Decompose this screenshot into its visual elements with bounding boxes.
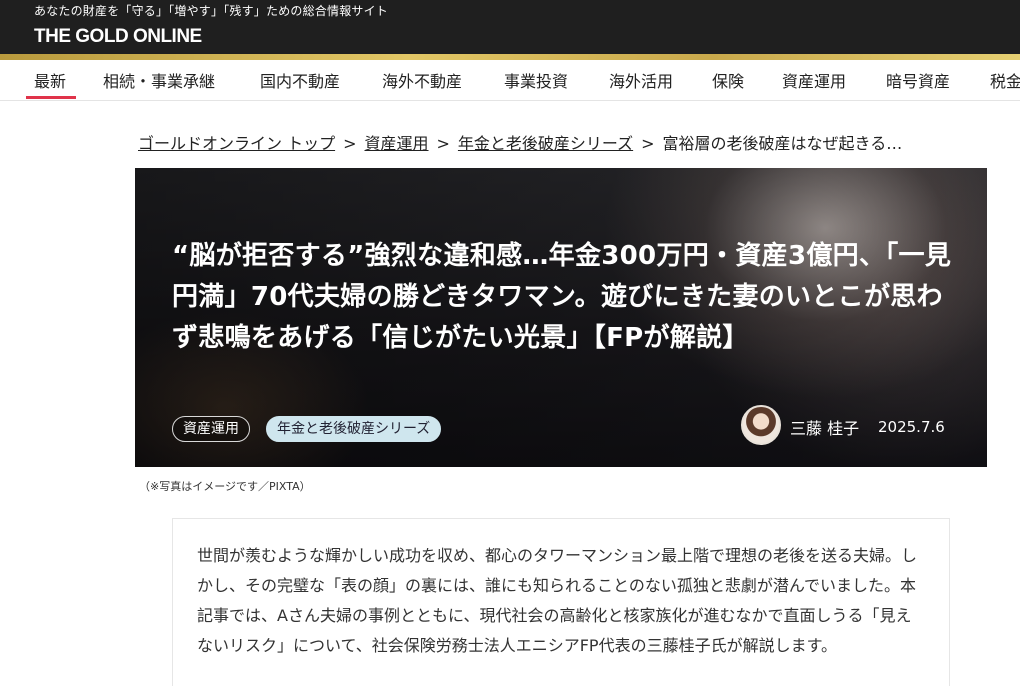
breadcrumb-current: 富裕層の老後破産はなぜ起きる… <box>662 134 903 153</box>
nav-active-indicator <box>26 96 76 99</box>
photo-credit: （※写真はイメージです／PIXTA） <box>139 480 311 493</box>
breadcrumb: ゴールドオンライン トップ > 資産運用 > 年金と老後破産シリーズ > 富裕層の老後破産は… <box>138 130 902 154</box>
author-avatar[interactable] <box>741 405 781 445</box>
site-tagline: あなたの財産を「守る」「増やす」「残す」ための総合情報サイト <box>34 4 389 18</box>
author-name[interactable]: 三藤 桂子 <box>790 415 859 439</box>
nav-item-latest[interactable]: 最新 <box>34 68 66 92</box>
site-logo[interactable]: THE GOLD ONLINE <box>34 26 202 48</box>
site-header: あなたの財産を「守る」「増やす」「残す」ための総合情報サイト THE GOLD … <box>0 0 1020 54</box>
breadcrumb-separator: > <box>436 134 450 153</box>
breadcrumb-separator: > <box>343 134 357 153</box>
publish-date: 2025.7.6 <box>878 418 945 436</box>
article-lead-box: 世間が羨むような輝かしい成功を収め、都心のタワーマンション最上階で理想の老後を送… <box>172 518 950 686</box>
nav-item-asset-management[interactable]: 資産運用 <box>782 68 846 92</box>
nav-item-insurance[interactable]: 保険 <box>712 68 744 92</box>
nav-item-crypto[interactable]: 暗号資産 <box>886 68 950 92</box>
main-nav: 最新 相続・事業承継 国内不動産 海外不動産 事業投資 海外活用 保険 資産運用… <box>0 60 1020 101</box>
article-title: “脳が拒否する”強烈な違和感…年金300万円・資産3億円、「一見円満」70代夫婦… <box>172 241 952 353</box>
breadcrumb-link-top[interactable]: ゴールドオンライン トップ <box>138 134 335 153</box>
breadcrumb-separator: > <box>641 134 655 153</box>
article-hero: “脳が拒否する”強烈な違和感…年金300万円・資産3億円、「一見円満」70代夫婦… <box>135 168 987 467</box>
nav-item-overseas-real-estate[interactable]: 海外不動産 <box>382 68 462 92</box>
tag-pension-series[interactable]: 年金と老後破産シリーズ <box>266 416 442 442</box>
nav-item-inheritance[interactable]: 相続・事業承継 <box>103 68 215 92</box>
breadcrumb-link-series[interactable]: 年金と老後破産シリーズ <box>458 134 633 153</box>
nav-item-tax[interactable]: 税金 <box>990 68 1020 92</box>
tag-asset-management[interactable]: 資産運用 <box>172 416 250 442</box>
nav-item-domestic-real-estate[interactable]: 国内不動産 <box>260 68 340 92</box>
nav-item-overseas-use[interactable]: 海外活用 <box>609 68 673 92</box>
nav-item-business-investment[interactable]: 事業投資 <box>504 68 568 92</box>
article-lead: 世間が羨むような輝かしい成功を収め、都心のタワーマンション最上階で理想の老後を送… <box>197 546 918 655</box>
breadcrumb-link-asset-management[interactable]: 資産運用 <box>365 134 429 153</box>
